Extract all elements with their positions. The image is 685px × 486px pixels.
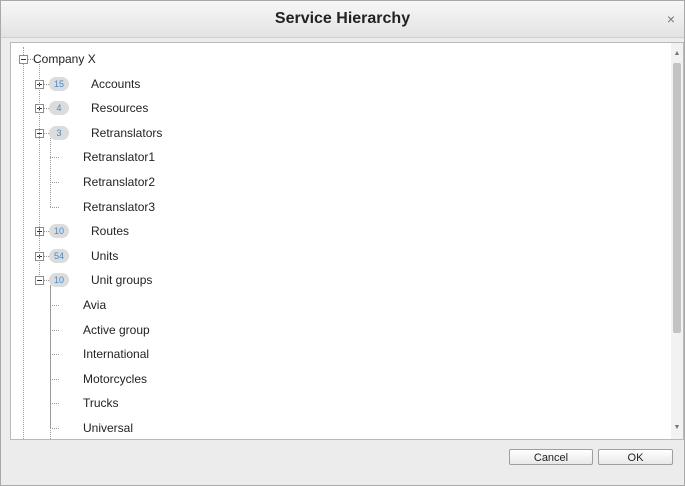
tree-leaf-item[interactable]: Retranslator1: [83, 149, 155, 165]
tree-connector: [50, 378, 59, 380]
tree-group-unit-groups[interactable]: Unit groups: [91, 272, 152, 288]
tree-root-company[interactable]: Company X: [33, 51, 96, 67]
scroll-up-icon[interactable]: ▲: [671, 47, 683, 61]
tree-connector: [50, 403, 59, 405]
tree-leaf-item[interactable]: Motorcycles: [83, 371, 147, 387]
count-badge: 3: [49, 125, 69, 140]
vertical-scrollbar[interactable]: ▲ ▼: [671, 43, 683, 439]
root-collapse-toggle[interactable]: [19, 55, 28, 64]
count-badge: 4: [49, 101, 69, 116]
tree-leaf-item[interactable]: Universal: [83, 420, 133, 436]
count-badge: 54: [49, 248, 70, 263]
tree-leaf-item[interactable]: Active group: [83, 322, 150, 338]
tree-panel: Company X 15 Accounts 4 Resources 3 Retranslat…: [10, 42, 684, 440]
tree-group-retranslators[interactable]: Retranslators: [91, 125, 162, 141]
tree-leaf-item[interactable]: Retranslator2: [83, 174, 155, 190]
tree-leaf-item[interactable]: Avia: [83, 297, 106, 313]
close-icon[interactable]: ×: [664, 12, 678, 26]
tree-group-units[interactable]: Units: [91, 248, 118, 264]
count-badge: 10: [49, 224, 70, 239]
tree-connector: [50, 354, 59, 356]
dialog-title: Service Hierarchy: [274, 10, 411, 27]
tree-connector: [50, 329, 59, 331]
tree-leaf-item[interactable]: Trucks: [83, 395, 119, 411]
tree-toggle-unit-groups[interactable]: [35, 276, 44, 286]
tree-connector: [23, 64, 24, 439]
tree-leaf-item[interactable]: International: [83, 346, 149, 362]
tree-connector: [50, 182, 59, 183]
tree-connector: [50, 305, 59, 306]
tree-connector: [50, 285, 51, 439]
tree-connector: [50, 157, 59, 159]
count-badge: 15: [49, 76, 70, 91]
tree-connector: [50, 137, 51, 207]
scroll-down-icon[interactable]: ▼: [671, 421, 683, 435]
service-tree: Company X 15 Accounts 4 Resources 3 Retranslat…: [11, 43, 671, 439]
service-hierarchy-dialog: Service Hierarchy × Company X 15 Accounts 4…: [0, 0, 685, 486]
dialog-titlebar: Service Hierarchy ×: [1, 1, 684, 38]
tree-group-resources[interactable]: Resources: [91, 100, 148, 116]
tree-connector: [50, 428, 59, 429]
tree-connector: [39, 64, 40, 276]
tree-connector: [23, 47, 24, 55]
ok-button[interactable]: OK: [598, 449, 673, 465]
scroll-thumb[interactable]: [673, 63, 681, 333]
tree-leaf-item[interactable]: Retranslator3: [83, 199, 155, 215]
tree-group-routes[interactable]: Routes: [91, 223, 129, 239]
tree-group-accounts[interactable]: Accounts: [91, 76, 140, 92]
count-badge: 10: [49, 273, 70, 288]
cancel-button[interactable]: Cancel: [509, 449, 593, 465]
tree-connector: [50, 206, 59, 208]
